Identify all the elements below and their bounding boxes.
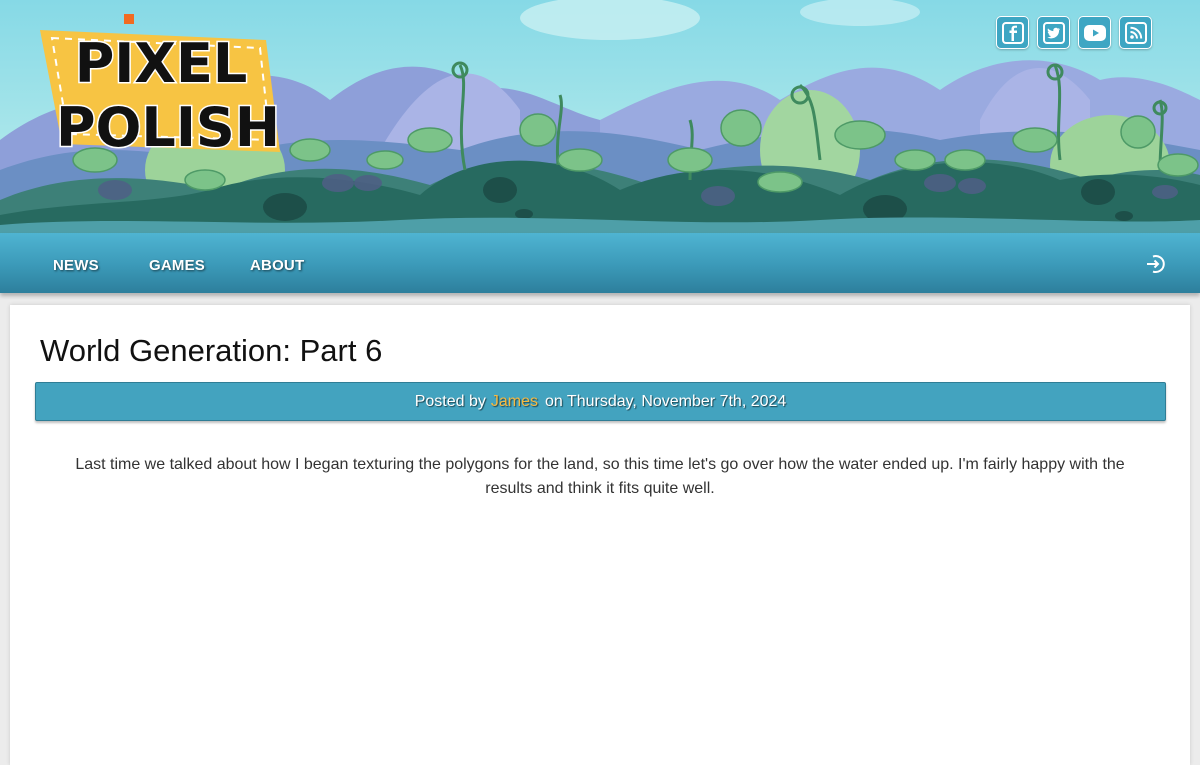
social-links [996,16,1152,49]
post-author-link[interactable]: James [491,393,538,411]
nav-item-about[interactable]: ABOUT [250,257,304,274]
main-nav: NEWS GAMES ABOUT [0,233,1200,293]
facebook-icon[interactable] [996,16,1029,49]
post-meta-bar: Posted by James on Thursday, November 7t… [35,382,1166,421]
nav-item-news[interactable]: NEWS [53,257,99,274]
logo-graphic: PIXEL POLISH [40,14,282,161]
post-title: World Generation: Part 6 [40,333,383,368]
site-logo[interactable]: PIXEL POLISH [36,12,286,162]
post-body: Last time we talked about how I began te… [75,456,1125,497]
post-date: on Thursday, November 7th, 2024 [544,392,787,410]
youtube-icon[interactable] [1078,16,1111,49]
login-icon[interactable] [1144,252,1168,281]
logo-line1: PIXEL [75,32,248,95]
nav-item-games[interactable]: GAMES [149,257,205,274]
rss-icon[interactable] [1119,16,1152,49]
twitter-icon[interactable] [1037,16,1070,49]
post-card: World Generation: Part 6 Posted by James… [10,305,1190,765]
header-banner: PIXEL POLISH [0,0,1200,233]
posted-by-label: Posted by [414,392,486,410]
logo-line2: POLISH [56,96,280,159]
logo-dot [124,14,134,24]
